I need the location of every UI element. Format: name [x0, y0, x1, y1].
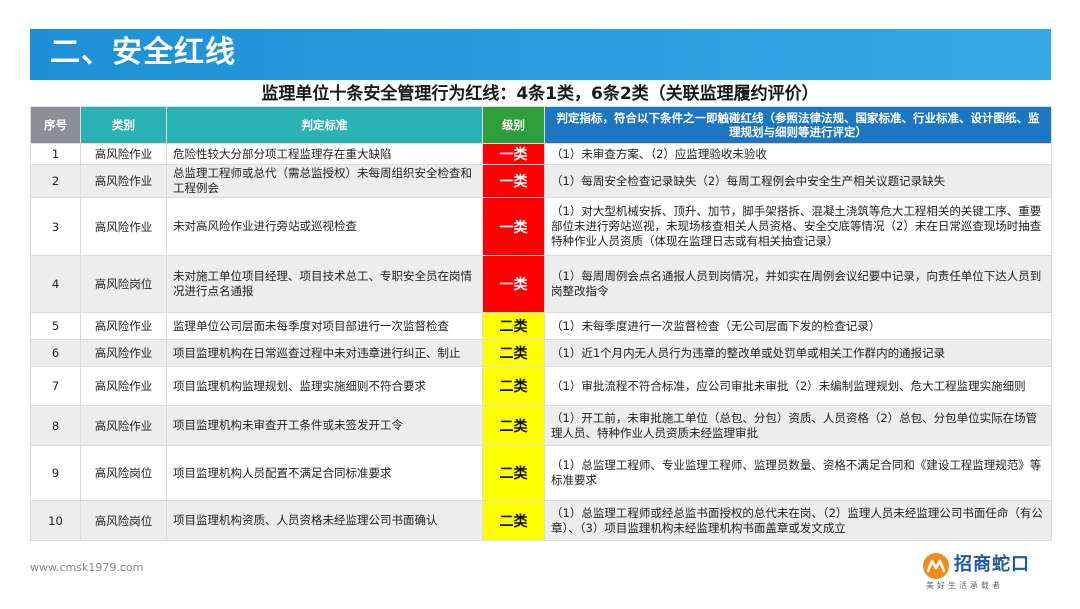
cell-category: 高风险岗位 — [80, 500, 167, 541]
level-badge: 二类 — [482, 445, 545, 501]
table-row: 8 高风险作业 项目监理机构未审查开工条件或未签发开工令 二类 （1）开工前，未… — [30, 405, 1052, 446]
level-badge: 二类 — [482, 339, 545, 367]
cell-criteria: 未对施工单位项目经理、项目技术总工、专职安全员在岗情况进行点名通报 — [166, 255, 483, 313]
header-criteria: 判定标准 — [166, 106, 483, 144]
table-row: 1 高风险作业 危险性较大分部分项工程监理存在重大缺陷 一类 （1）未审查方案、… — [30, 143, 1052, 165]
logo-slogan: 美好生活承载者 — [926, 581, 1003, 590]
table-row: 7 高风险作业 项目监理机构监理规划、监理实施细则不符合要求 二类 （1）审批流… — [30, 366, 1052, 406]
table-row: 4 高风险岗位 未对施工单位项目经理、项目技术总工、专职安全员在岗情况进行点名通… — [30, 255, 1052, 313]
cell-seq: 6 — [30, 339, 81, 367]
cell-criteria: 项目监理机构资质、人员资格未经监理公司书面确认 — [166, 500, 483, 541]
cell-criteria: 总监理工程师或总代（需总监授权）未每周组织安全检查和工程例会 — [166, 164, 483, 198]
company-logo: 招商蛇口 美好生活承载者 — [922, 550, 1040, 594]
cell-category: 高风险作业 — [80, 405, 167, 446]
cell-indicator: （1）开工前，未审批施工单位（总包、分包）资质、人员资格（2）总包、分包单位实际… — [544, 405, 1052, 446]
cell-indicator: （1）对大型机械安拆、顶升、加节，脚手架搭拆、混凝土浇筑等危大工程相关的关键工序… — [544, 197, 1052, 256]
cell-indicator: （1）总监理工程师、专业监理工程师、监理员数量、资格不满足合同和《建设工程监理规… — [544, 445, 1052, 501]
cell-criteria: 项目监理机构在日常巡查过程中未对违章进行纠正、制止 — [166, 339, 483, 367]
cell-seq: 9 — [30, 445, 81, 501]
cell-category: 高风险作业 — [80, 197, 167, 256]
level-badge: 一类 — [482, 255, 545, 313]
cell-category: 高风险作业 — [80, 164, 167, 198]
level-badge: 一类 — [482, 197, 545, 256]
table-row: 3 高风险作业 未对高风险作业进行旁站或巡视检查 一类 （1）对大型机械安拆、顶… — [30, 197, 1052, 256]
level-badge: 二类 — [482, 312, 545, 340]
cell-seq: 5 — [30, 312, 81, 340]
level-badge: 二类 — [482, 366, 545, 406]
cell-category: 高风险岗位 — [80, 445, 167, 501]
cell-criteria: 项目监理机构未审查开工条件或未签发开工令 — [166, 405, 483, 446]
table-row: 5 高风险作业 监理单位公司层面未每季度对项目部进行一次监督检查 二类 （1）未… — [30, 312, 1052, 340]
table-row: 10 高风险岗位 项目监理机构资质、人员资格未经监理公司书面确认 二类 （1）总… — [30, 500, 1052, 541]
cell-seq: 3 — [30, 197, 81, 256]
cell-seq: 8 — [30, 405, 81, 446]
cell-seq: 2 — [30, 164, 81, 198]
cell-indicator: （1）未每季度进行一次监督检查（无公司层面下发的检查记录） — [544, 312, 1052, 340]
cell-indicator: （1）总监理工程师或经总监书面授权的总代未在岗、（2）监理人员未经监理公司书面任… — [544, 500, 1052, 541]
table-title: 监理单位十条安全管理行为红线：4条1类，6条2类（关联监理履约评价） — [261, 84, 819, 104]
table-row: 2 高风险作业 总监理工程师或总代（需总监授权）未每周组织安全检查和工程例会 一… — [30, 164, 1052, 198]
cell-category: 高风险作业 — [80, 143, 167, 165]
level-badge: 二类 — [482, 405, 545, 446]
cell-category: 高风险岗位 — [80, 255, 167, 313]
cell-category: 高风险作业 — [80, 312, 167, 340]
header-level: 级别 — [482, 106, 545, 144]
cell-seq: 10 — [30, 500, 81, 541]
cell-category: 高风险作业 — [80, 366, 167, 406]
footer-url: www.cmsk1979.com — [30, 561, 144, 574]
cell-indicator: （1）每周周例会点名通报人员到岗情况，并如实在周例会议纪要中记录，向责任单位下达… — [544, 255, 1052, 313]
header-seq: 序号 — [30, 106, 81, 144]
cell-seq: 4 — [30, 255, 81, 313]
cell-indicator: （1）近1个月内无人员行为违章的整改单或处罚单或相关工作群内的通报记录 — [544, 339, 1052, 367]
cell-criteria: 项目监理机构监理规划、监理实施细则不符合要求 — [166, 366, 483, 406]
table-row: 6 高风险作业 项目监理机构在日常巡查过程中未对违章进行纠正、制止 二类 （1）… — [30, 339, 1052, 367]
table-row: 9 高风险岗位 项目监理机构人员配置不满足合同标准要求 二类 （1）总监理工程师… — [30, 445, 1052, 501]
page-title: 二、安全红线 — [50, 35, 236, 70]
header-category: 类别 — [80, 106, 167, 144]
cell-indicator: （1）审批流程不符合标准，应公司审批未审批（2）未编制监理规划、危大工程监理实施… — [544, 366, 1052, 406]
table-header-row: 序号 类别 判定标准 级别 判定指标，符合以下条件之一即触碰红线（参照法律法规、… — [30, 106, 1052, 144]
cell-category: 高风险作业 — [80, 339, 167, 367]
cell-indicator: （1）未审查方案、（2）应监理验收未验收 — [544, 143, 1052, 165]
level-badge: 一类 — [482, 164, 545, 198]
level-badge: 二类 — [482, 500, 545, 541]
cell-criteria: 监理单位公司层面未每季度对项目部进行一次监督检查 — [166, 312, 483, 340]
cell-criteria: 未对高风险作业进行旁站或巡视检查 — [166, 197, 483, 256]
cell-criteria: 项目监理机构人员配置不满足合同标准要求 — [166, 445, 483, 501]
cmsk-logo-icon — [923, 553, 949, 579]
cell-seq: 1 — [30, 143, 81, 165]
cell-indicator: （1）每周安全检查记录缺失（2）每周工程例会中安全生产相关议题记录缺失 — [544, 164, 1052, 198]
header-indicator: 判定指标，符合以下条件之一即触碰红线（参照法律法规、国家标准、行业标准、设计图纸… — [544, 106, 1052, 144]
level-badge: 一类 — [482, 143, 545, 165]
red-line-table: 序号 类别 判定标准 级别 判定指标，符合以下条件之一即触碰红线（参照法律法规、… — [30, 106, 1052, 541]
logo-name: 招商蛇口 — [954, 554, 1030, 575]
cell-criteria: 危险性较大分部分项工程监理存在重大缺陷 — [166, 143, 483, 165]
cell-seq: 7 — [30, 366, 81, 406]
